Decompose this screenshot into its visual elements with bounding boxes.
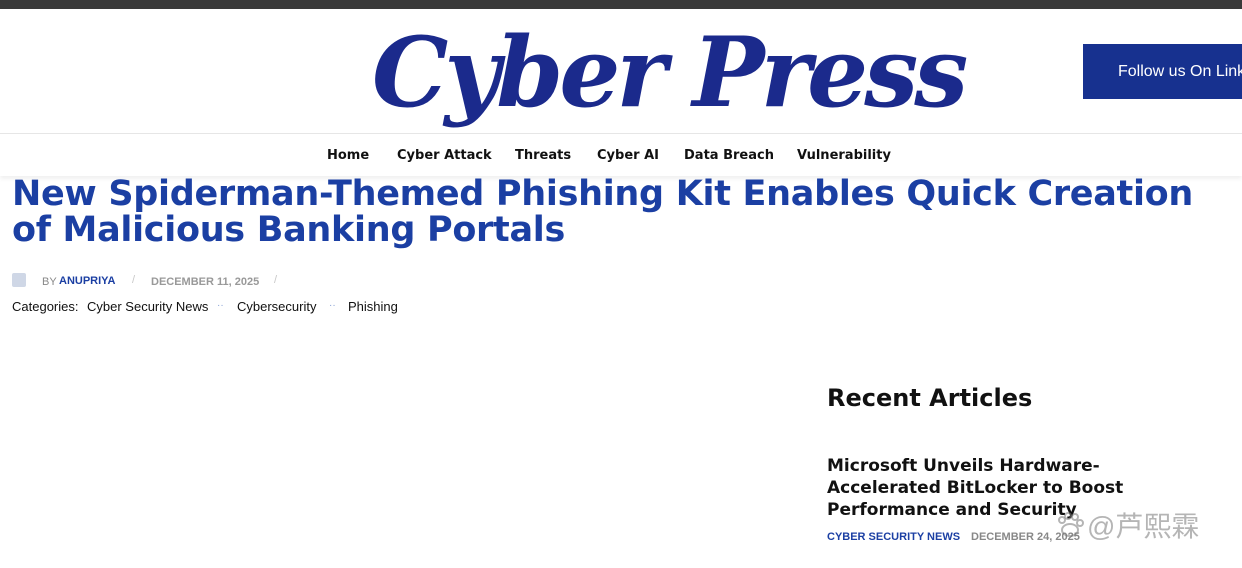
meta-separator: / [132, 274, 136, 286]
category-separator: ·· [329, 300, 336, 311]
category-link[interactable]: Cyber Security News [87, 299, 208, 314]
nav-cyber-attack[interactable]: Cyber Attack [397, 148, 492, 163]
nav-data-breach[interactable]: Data Breach [684, 148, 774, 163]
nav-home[interactable]: Home [327, 148, 369, 163]
top-bar [0, 0, 1242, 9]
author-link[interactable]: ANUPRIYA [59, 275, 115, 287]
category-link[interactable]: Phishing [348, 299, 398, 314]
nav-vulnerability[interactable]: Vulnerability [797, 148, 891, 163]
recent-articles-heading: Recent Articles [827, 384, 1033, 412]
recent-article-category[interactable]: CYBER SECURITY NEWS [827, 531, 960, 543]
article-date: DECEMBER 11, 2025 [151, 276, 260, 288]
by-label: BY [42, 276, 57, 288]
paw-icon [1058, 512, 1084, 537]
article-title: New Spiderman-Themed Phishing Kit Enable… [12, 174, 1194, 250]
meta-separator: / [274, 274, 278, 286]
watermark-text: @芦熙霖 [1087, 511, 1200, 542]
nav-cyber-ai[interactable]: Cyber AI [597, 148, 659, 163]
watermark: @芦熙霖 [1055, 505, 1225, 545]
author-avatar[interactable] [12, 273, 26, 287]
category-separator: ·· [217, 300, 224, 311]
nav-threats[interactable]: Threats [515, 148, 571, 163]
main-nav: Home Cyber Attack Threats Cyber AI Data … [0, 133, 1242, 176]
site-logo[interactable]: Cyber Press [372, 18, 968, 128]
categories-label: Categories: [12, 299, 79, 314]
category-link[interactable]: Cybersecurity [237, 299, 316, 314]
follow-linkedin-button[interactable]: Follow us On Linke [1083, 44, 1242, 99]
